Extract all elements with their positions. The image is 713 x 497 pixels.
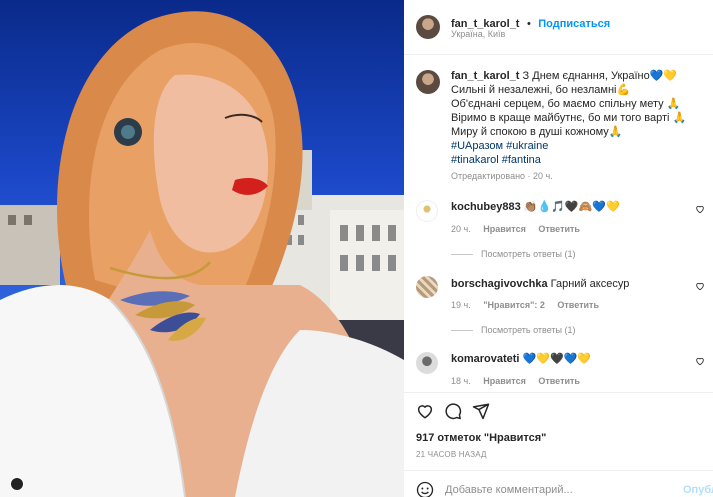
comment-username[interactable]: borschagivovchka (451, 278, 548, 290)
comment-like-icon[interactable] (695, 204, 705, 214)
comment-time: 20 ч. (451, 224, 471, 234)
post-location[interactable]: Україна, Київ (451, 29, 505, 39)
composer-divider (404, 470, 713, 471)
publish-button[interactable]: Опубл (683, 484, 713, 496)
comment-like-button[interactable]: Нравится (483, 376, 526, 386)
caption-line-5: Миру й спокою в душі кожному🙏 (451, 126, 623, 138)
comment-reply-button[interactable]: Ответить (538, 376, 580, 386)
replies-divider (451, 254, 473, 256)
comment-2-meta: 19 ч. "Нравится": 2 Ответить (451, 300, 599, 310)
caption-meta: Отредактировано · 20 ч. (451, 171, 553, 181)
comment-like-icon[interactable] (695, 281, 705, 291)
comment-time: 18 ч. (451, 376, 471, 386)
comment-text: 💙💛🖤💙💛 (522, 353, 592, 365)
share-icon[interactable] (472, 402, 490, 420)
comment-username[interactable]: komarovateti (451, 353, 519, 365)
actions-divider (404, 392, 713, 393)
comment-icon[interactable] (444, 402, 462, 420)
comment-avatar[interactable] (416, 200, 438, 222)
comment-1-meta: 20 ч. Нравится Ответить (451, 224, 580, 234)
replies-divider (451, 330, 473, 332)
comment-3-meta: 18 ч. Нравится Ответить (451, 376, 580, 386)
comment-reply-button[interactable]: Ответить (557, 300, 599, 310)
heart-icon[interactable] (416, 402, 434, 420)
comment-input[interactable]: Добавьте комментарий... (445, 484, 573, 496)
caption-hashtags-1[interactable]: #UAразом #ukraine (451, 139, 706, 153)
comment-username[interactable]: kochubey883 (451, 201, 521, 213)
photo-corner-avatar (10, 477, 24, 491)
comment-1: kochubey883 👏🏽💧🎵🖤🙈💙💛 (451, 200, 620, 214)
comment-like-button[interactable]: Нравится (483, 224, 526, 234)
comment-3: komarovateti 💙💛🖤💙💛 (451, 352, 591, 366)
comment-text: 👏🏽💧🎵🖤🙈💙💛 (523, 201, 620, 213)
view-replies-2[interactable]: Посмотреть ответы (1) (451, 325, 576, 335)
emoji-icon[interactable] (416, 481, 434, 497)
post-photo[interactable] (0, 0, 404, 497)
caption-line-2: Сильні й незалежні, бо незламні💪 (451, 84, 631, 96)
likes-count[interactable]: 917 отметок "Нравится" (416, 431, 546, 445)
comment-reply-button[interactable]: Ответить (538, 224, 580, 234)
caption-username[interactable]: fan_t_karol_t (451, 70, 519, 82)
comment-avatar[interactable] (416, 276, 438, 298)
photo-illustration (0, 11, 404, 497)
author-avatar[interactable] (416, 15, 440, 39)
instagram-post-view: fan_t_karol_t • Подписаться Україна, Киї… (0, 0, 713, 497)
post-time[interactable]: 21 ЧАСОВ НАЗАД (416, 450, 487, 459)
comment-2: borschagivovchka Гарний аксесур (451, 277, 629, 291)
comment-like-button[interactable]: "Нравится": 2 (483, 300, 545, 310)
comment-time: 19 ч. (451, 300, 471, 310)
comment-text: Гарний аксесур (550, 278, 630, 290)
caption-avatar[interactable] (416, 70, 440, 94)
view-replies-1[interactable]: Посмотреть ответы (1) (451, 249, 576, 259)
caption: fan_t_karol_t З Днем єднання, Україно💙💛 … (451, 69, 706, 167)
follow-button[interactable]: Подписаться (538, 18, 610, 30)
view-replies-label[interactable]: Посмотреть ответы (1) (481, 249, 576, 259)
header-divider (404, 54, 713, 55)
caption-line-1: З Днем єднання, Україно💙💛 (522, 70, 678, 82)
comment-avatar[interactable] (416, 352, 438, 374)
view-replies-label[interactable]: Посмотреть ответы (1) (481, 325, 576, 335)
caption-line-3: Об'єднані серцем, бо маємо спільну мету … (451, 98, 681, 110)
comment-like-icon[interactable] (695, 356, 705, 366)
caption-hashtags-2[interactable]: #tinakarol #fantina (451, 153, 706, 167)
post-sidebar: fan_t_karol_t • Подписаться Україна, Киї… (404, 0, 713, 497)
header-dot: • (526, 18, 531, 30)
caption-line-4: Віримо в краще майбутнє, бо ми того варт… (451, 112, 687, 124)
